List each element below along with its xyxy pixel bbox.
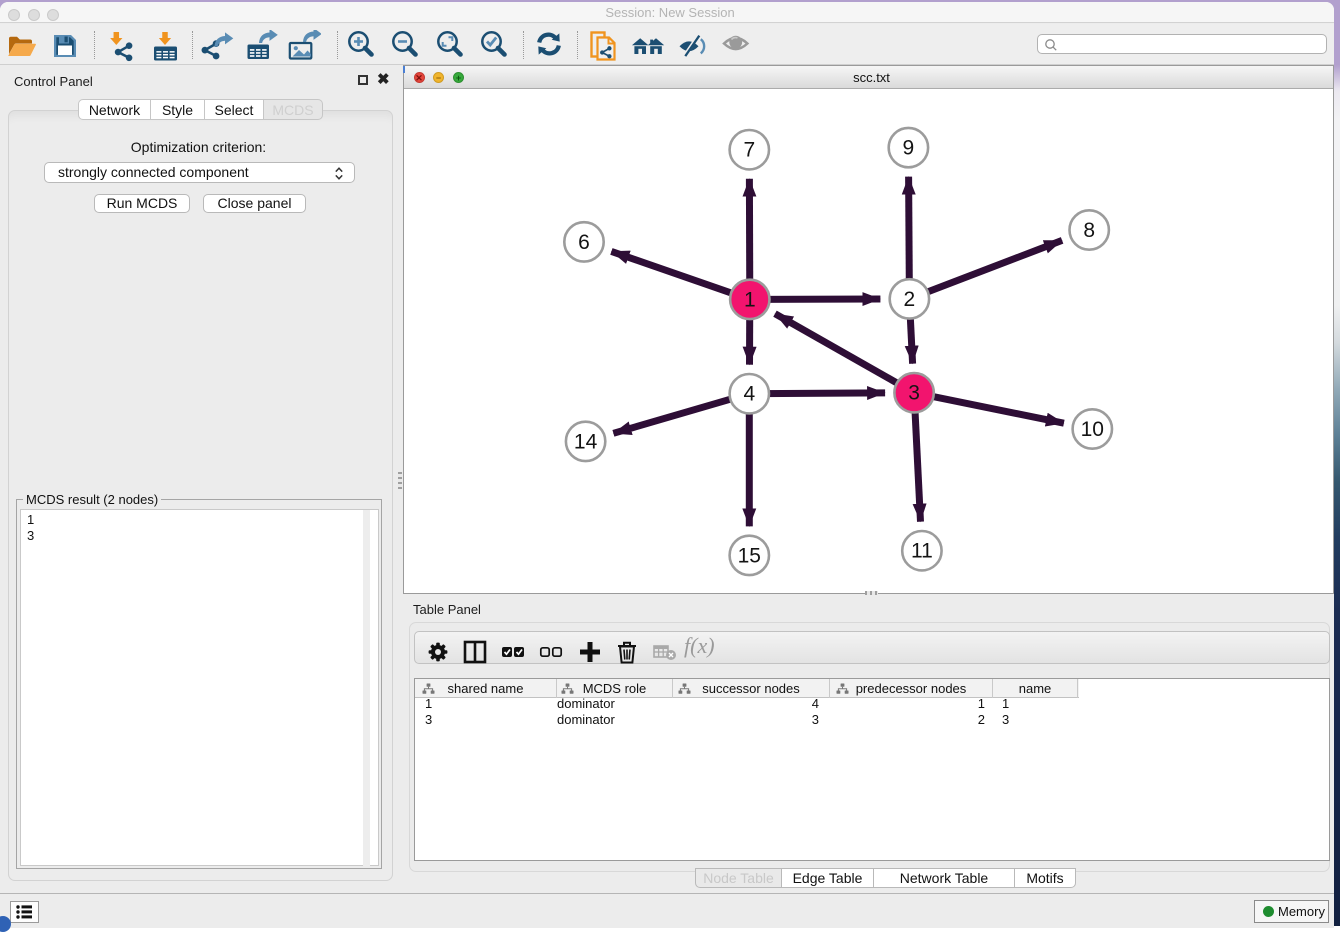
svg-text:8: 8 <box>1083 219 1095 242</box>
svg-text:1: 1 <box>744 288 756 311</box>
svg-text:3: 3 <box>908 382 920 405</box>
svg-text:6: 6 <box>578 231 590 254</box>
svg-text:11: 11 <box>911 540 933 563</box>
svg-text:9: 9 <box>903 137 915 160</box>
svg-text:4: 4 <box>743 383 755 406</box>
svg-text:7: 7 <box>743 139 755 162</box>
svg-text:2: 2 <box>904 288 916 311</box>
svg-text:10: 10 <box>1081 418 1104 441</box>
svg-text:15: 15 <box>738 544 761 567</box>
svg-text:14: 14 <box>574 430 598 453</box>
